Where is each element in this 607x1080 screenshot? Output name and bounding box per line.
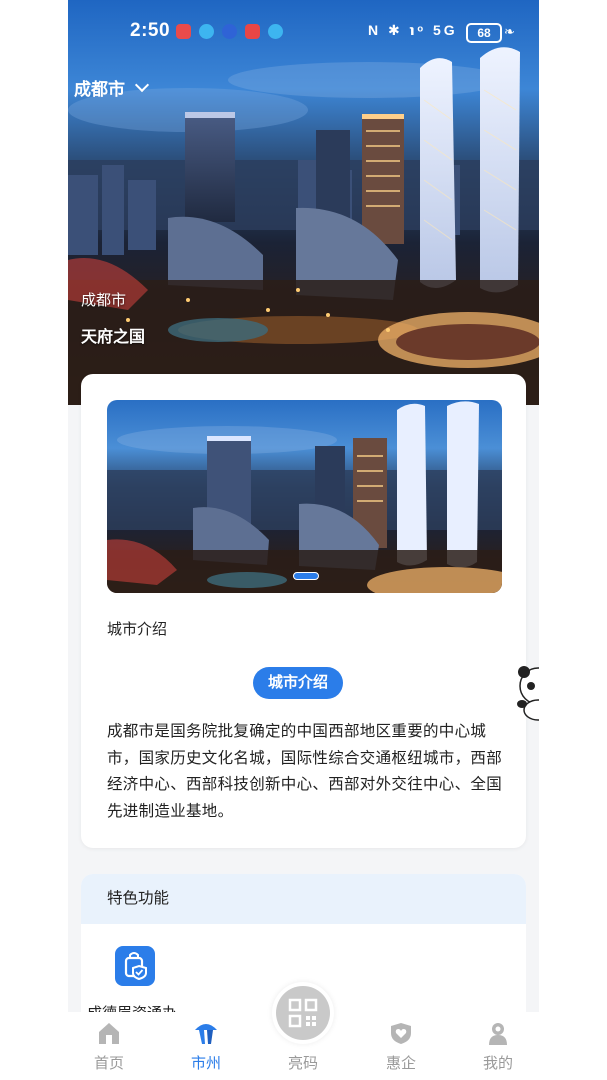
- banner-image: [107, 401, 502, 593]
- home-icon: [99, 1023, 119, 1044]
- notification-app-icon: [245, 24, 260, 39]
- hero-slogan: 天府之国: [81, 329, 146, 346]
- shopping-bag-shield-icon: [115, 946, 155, 986]
- city-intro-card: 城市介绍 城市介绍 成都市是国务院批复确定的中国西部地区重要的中心城市，国家历史…: [81, 374, 526, 848]
- tab-label: 亮码: [287, 1055, 318, 1072]
- banner-carousel[interactable]: [107, 400, 502, 593]
- tab-home[interactable]: 首页: [69, 1012, 149, 1080]
- city-intro-text: 成都市是国务院批复确定的中国西部地区重要的中心城市，国家历史文化名城，国际性综合…: [107, 723, 503, 820]
- app-screen: 2:50 N ✱ ℩ᵒ 5G 68 ❧ 成都市 成都市 天府之国 城市介绍 城市…: [68, 0, 539, 1080]
- bottom-tab-bar: 首页 市州 亮码 惠企 我的: [68, 982, 539, 1080]
- chat-bubble-icon: [268, 24, 283, 39]
- tab-label: 市州: [190, 1055, 221, 1072]
- chat-bubble-icon: [199, 24, 214, 39]
- status-time: 2:50: [130, 20, 171, 41]
- status-bar: 2:50 N ✱ ℩ᵒ 5G 68 ❧: [68, 0, 539, 64]
- tab-cities[interactable]: 市州: [166, 1012, 246, 1080]
- signal-icons: N ✱ ℩ᵒ 5G: [368, 22, 458, 38]
- notification-app-icon: [222, 24, 237, 39]
- tab-profile[interactable]: 我的: [458, 1012, 538, 1080]
- tab-label: 首页: [93, 1055, 124, 1072]
- tab-qr-code[interactable]: 亮码: [263, 1012, 343, 1080]
- city-hero-image: 2:50 N ✱ ℩ᵒ 5G 68 ❧ 成都市 成都市 天府之国: [68, 0, 539, 405]
- tab-enterprise[interactable]: 惠企: [361, 1012, 441, 1080]
- tab-label: 我的: [482, 1055, 513, 1072]
- panda-assistant-icon[interactable]: [514, 664, 539, 722]
- heart-shield-icon: [391, 1023, 411, 1044]
- city-intro-tab[interactable]: 城市介绍: [253, 667, 343, 699]
- notification-app-icon: [176, 24, 191, 39]
- carousel-indicator[interactable]: [293, 572, 319, 580]
- hero-city-name: 成都市: [81, 292, 127, 309]
- city-landmark-icon: [195, 1024, 217, 1044]
- battery-icon: 68: [466, 23, 502, 43]
- features-title: 特色功能: [81, 874, 526, 924]
- chevron-down-icon: [134, 77, 150, 93]
- city-selector-label: 成都市: [74, 80, 125, 99]
- section-label: 城市介绍: [107, 621, 168, 638]
- user-icon: [489, 1023, 507, 1045]
- tab-spacer: [290, 1020, 316, 1046]
- city-selector[interactable]: 成都市: [74, 75, 150, 100]
- tab-label: 惠企: [385, 1055, 416, 1072]
- leaf-icon: ❧: [504, 24, 515, 39]
